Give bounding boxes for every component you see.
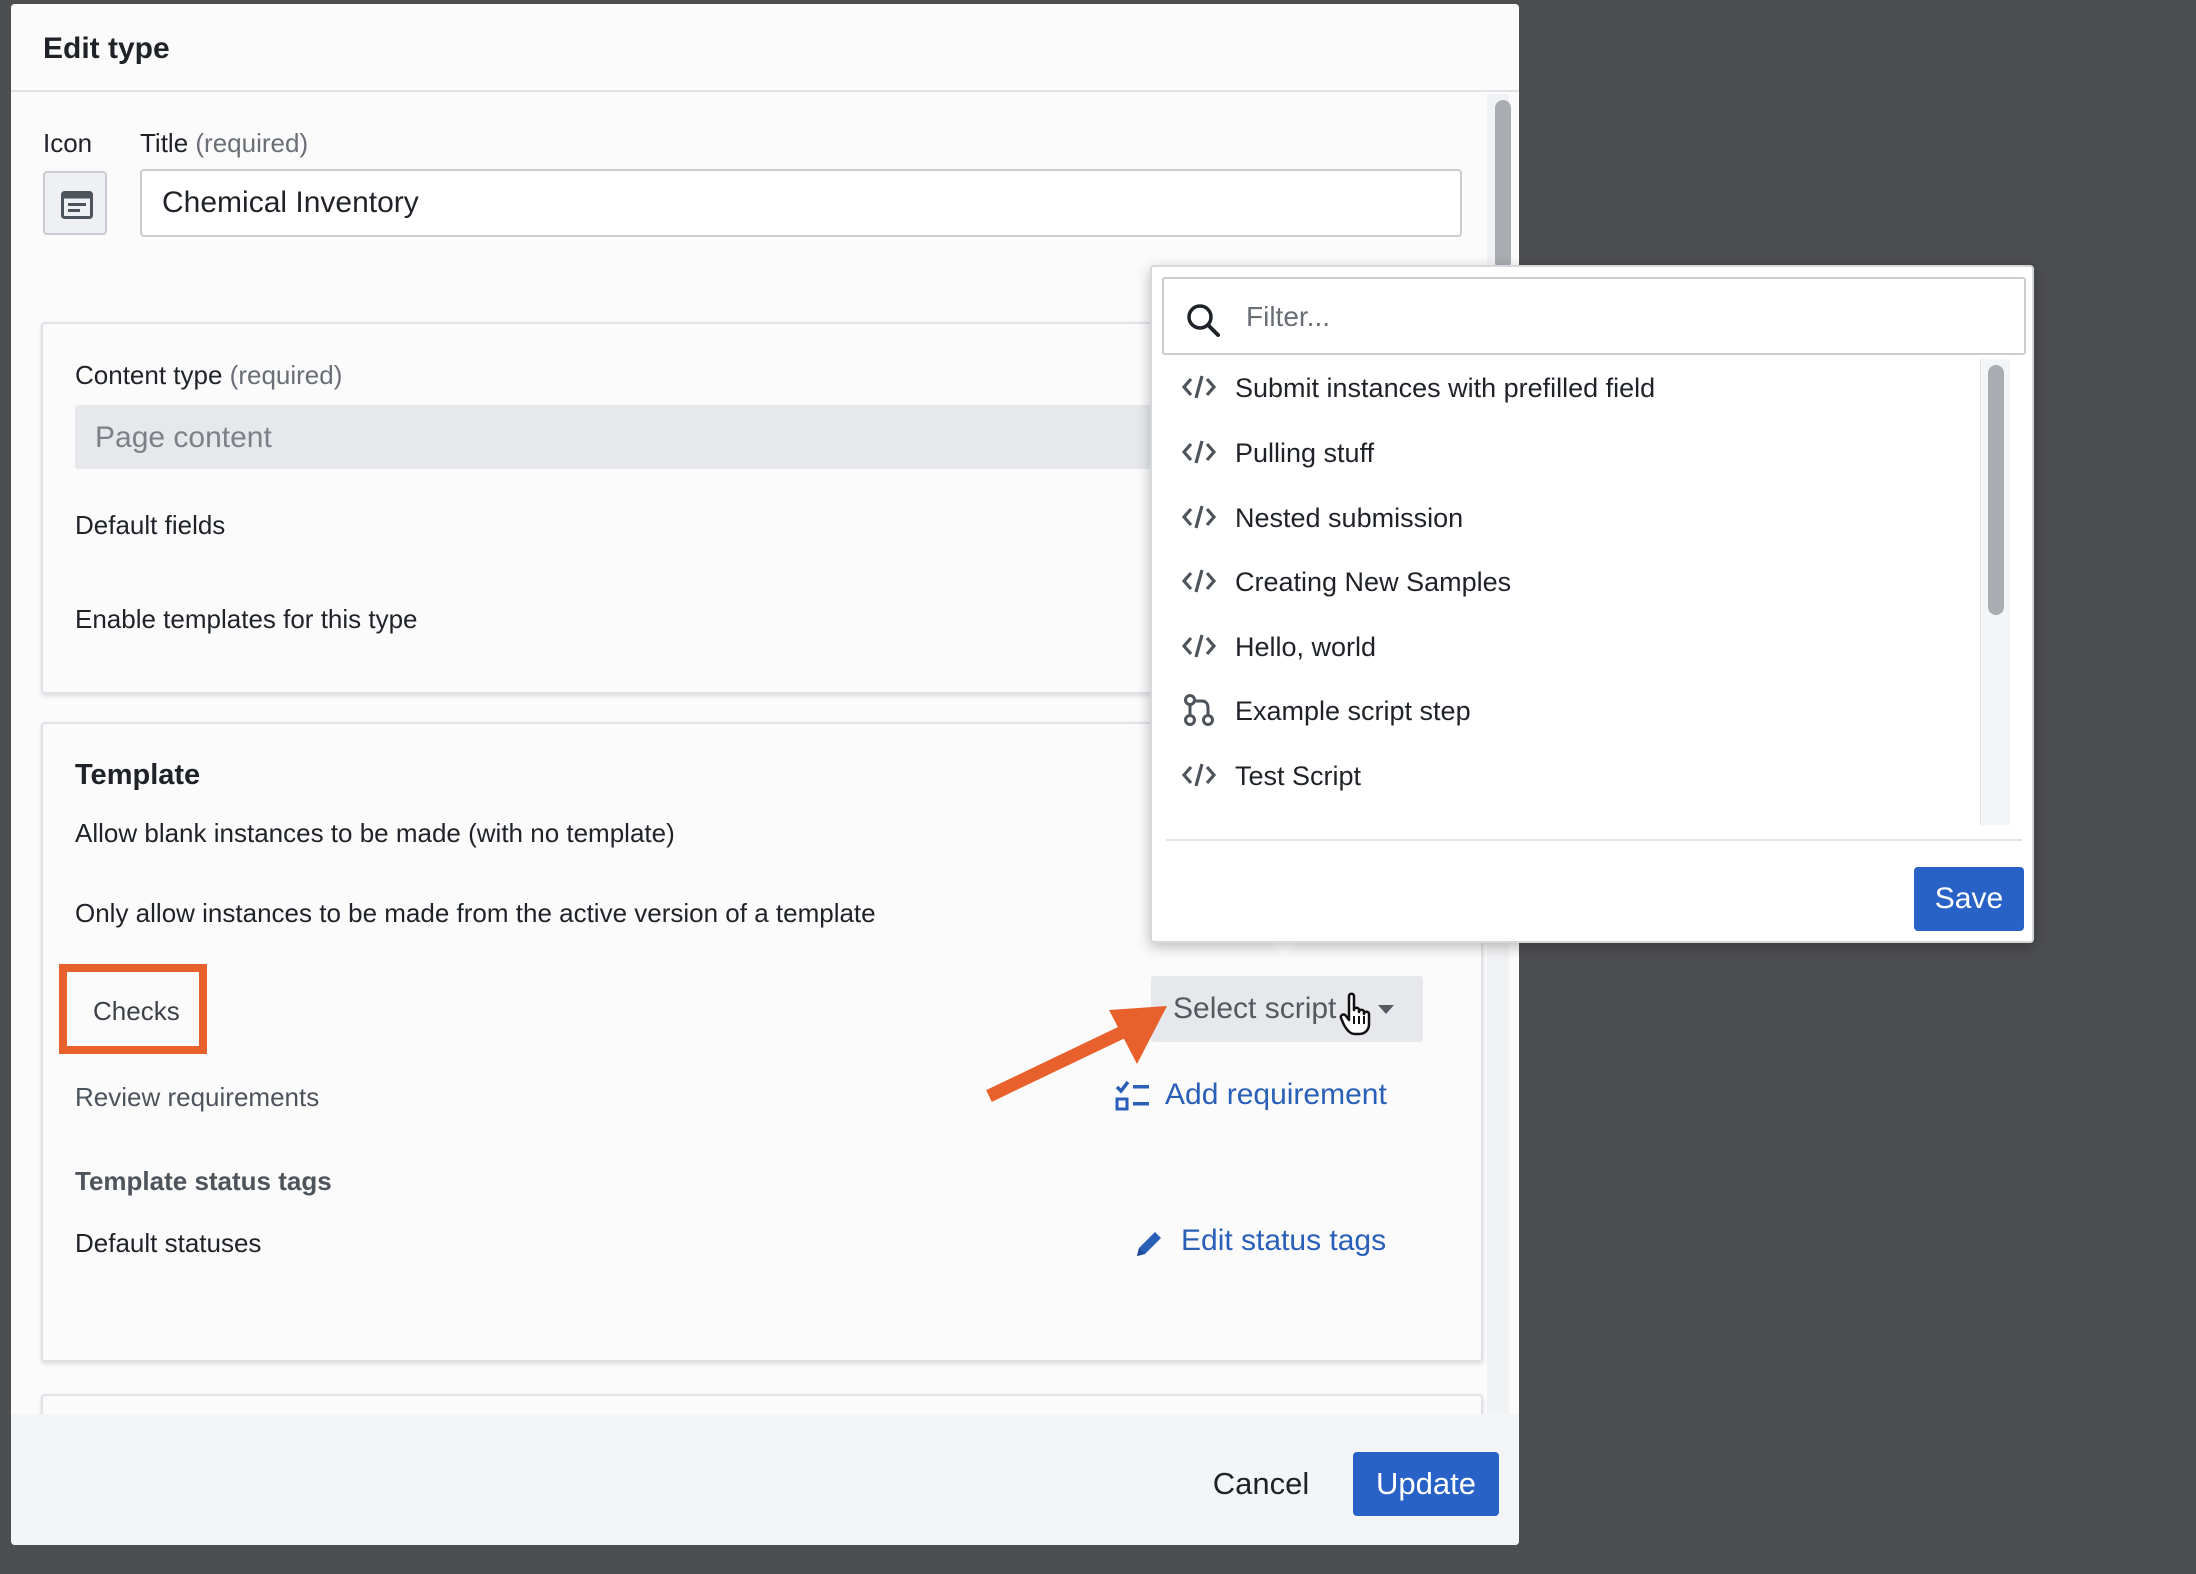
title-label: Title (required)	[140, 128, 308, 159]
search-icon	[1187, 304, 1220, 337]
caret-down-icon	[1378, 1005, 1394, 1014]
script-list: Submit instances with prefilled field Pu…	[1162, 357, 1974, 827]
dialog-header: Edit type	[11, 4, 1519, 92]
enable-templates-label: Enable templates for this type	[75, 604, 418, 634]
template-status-tags-heading: Template status tags	[75, 1166, 332, 1196]
checklist-add-icon	[1115, 1080, 1149, 1111]
filter-box	[1162, 277, 2026, 355]
script-list-item[interactable]: Submit instances with prefilled field	[1162, 357, 1974, 417]
cancel-button[interactable]: Cancel	[1201, 1452, 1321, 1516]
script-item-label: Pulling stuff	[1235, 438, 1375, 468]
script-item-label: Creating New Samples	[1235, 567, 1512, 597]
add-requirement-link[interactable]: Add requirement	[1115, 1078, 1387, 1112]
default-statuses-label: Default statuses	[75, 1228, 262, 1258]
code-icon	[1182, 763, 1216, 787]
default-fields-label: Default fields	[75, 510, 226, 540]
dialog-title: Edit type	[43, 32, 170, 65]
title-label-text: Title	[140, 128, 189, 158]
template-heading: Template	[75, 759, 201, 791]
code-icon	[1182, 375, 1216, 399]
code-icon	[1182, 505, 1216, 529]
pointer-cursor-icon	[1339, 992, 1371, 1036]
update-button[interactable]: Update	[1353, 1452, 1499, 1516]
script-item-label: Hello, world	[1235, 632, 1377, 662]
type-icon-picker[interactable]	[43, 171, 107, 235]
script-item-label: Test Script	[1235, 761, 1362, 791]
allow-blank-label: Allow blank instances to be made (with n…	[75, 818, 675, 848]
script-select-popover: Submit instances with prefilled field Pu…	[1150, 265, 2034, 943]
filter-input[interactable]	[1246, 297, 2006, 337]
script-item-label: Submit instances with prefilled field	[1235, 373, 1656, 403]
pencil-icon	[1137, 1232, 1161, 1256]
dialog-scrollbar-thumb[interactable]	[1495, 100, 1511, 270]
script-list-item[interactable]: Example script step	[1162, 680, 1974, 740]
script-list-item[interactable]: Hello, world	[1162, 616, 1974, 676]
icon-label: Icon	[43, 128, 93, 158]
checks-highlight-annotation: Checks	[59, 964, 207, 1054]
save-button[interactable]: Save	[1914, 867, 2024, 931]
content-type-required-text: (required)	[229, 360, 343, 390]
script-list-scrollbar-thumb[interactable]	[1988, 365, 2004, 615]
content-type-label-text: Content type	[75, 360, 223, 390]
script-item-label: Nested submission	[1235, 503, 1464, 533]
edit-status-tags-label: Edit status tags	[1181, 1224, 1387, 1257]
popover-divider	[1166, 839, 2022, 841]
title-input[interactable]	[140, 169, 1462, 237]
review-requirements-label: Review requirements	[75, 1082, 320, 1112]
script-list-item[interactable]: Pulling stuff	[1162, 422, 1974, 482]
code-icon	[1182, 440, 1216, 464]
workflow-step-icon	[1184, 694, 1214, 726]
code-icon	[1182, 634, 1216, 658]
document-icon	[61, 191, 93, 219]
title-required-text: (required)	[195, 128, 309, 158]
script-item-label: Example script step	[1235, 696, 1471, 726]
content-type-label: Content type (required)	[75, 360, 342, 391]
code-icon	[1182, 569, 1216, 593]
content-type-select[interactable]: Page content	[75, 405, 1175, 469]
select-script-label: Select script	[1173, 992, 1337, 1025]
select-script-dropdown[interactable]: Select script	[1151, 976, 1423, 1042]
edit-status-tags-link[interactable]: Edit status tags	[1133, 1224, 1386, 1258]
script-list-item[interactable]: Nested submission	[1162, 487, 1974, 547]
only-active-version-label: Only allow instances to be made from the…	[75, 898, 876, 928]
script-list-item[interactable]: Test Script	[1162, 745, 1974, 805]
checks-label: Checks	[93, 996, 180, 1026]
script-list-item[interactable]: Creating New Samples	[1162, 551, 1974, 611]
add-requirement-label: Add requirement	[1165, 1078, 1387, 1111]
